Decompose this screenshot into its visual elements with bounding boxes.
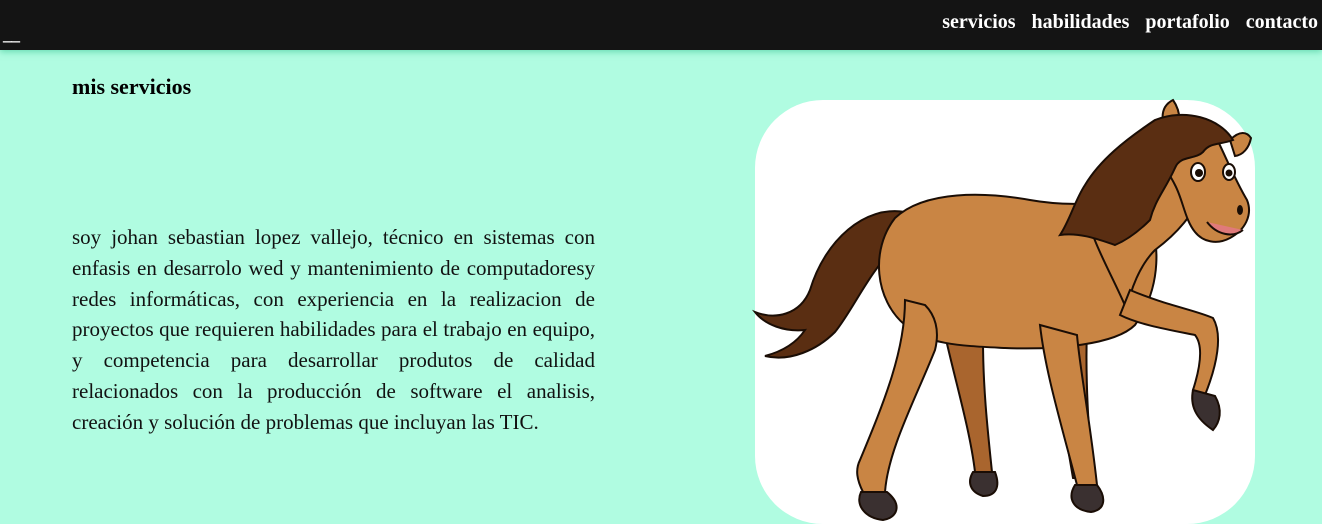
horse-back-leg-far (943, 333, 994, 473)
section-title: mis servicios (72, 74, 192, 99)
horse-illustration (751, 98, 1253, 522)
nav-link-servicios[interactable]: servicios (942, 11, 1015, 34)
horse-hoof-raised (1191, 388, 1221, 432)
main-nav: servicios habilidades portafolio contact… (942, 11, 1318, 34)
horse-hoof-front-near (1070, 484, 1105, 514)
horse-illustration-card (751, 98, 1255, 524)
horse-front-leg-raised (1118, 288, 1219, 397)
horse-back-leg-near (856, 298, 938, 493)
bio-paragraph: soy johan sebastian lopez vallejo, técni… (72, 225, 595, 434)
site-logo[interactable]: __ (3, 24, 20, 45)
horse-hoof-back-near (858, 491, 898, 522)
nav-link-contacto[interactable]: contacto (1246, 11, 1318, 34)
nav-link-habilidades[interactable]: habilidades (1032, 11, 1130, 34)
nav-link-portafolio[interactable]: portafolio (1145, 11, 1229, 34)
horse-hoof-back-far (969, 471, 999, 498)
top-navigation-bar: __ servicios habilidades portafolio cont… (0, 0, 1322, 50)
horse-ear-right (1228, 132, 1253, 158)
